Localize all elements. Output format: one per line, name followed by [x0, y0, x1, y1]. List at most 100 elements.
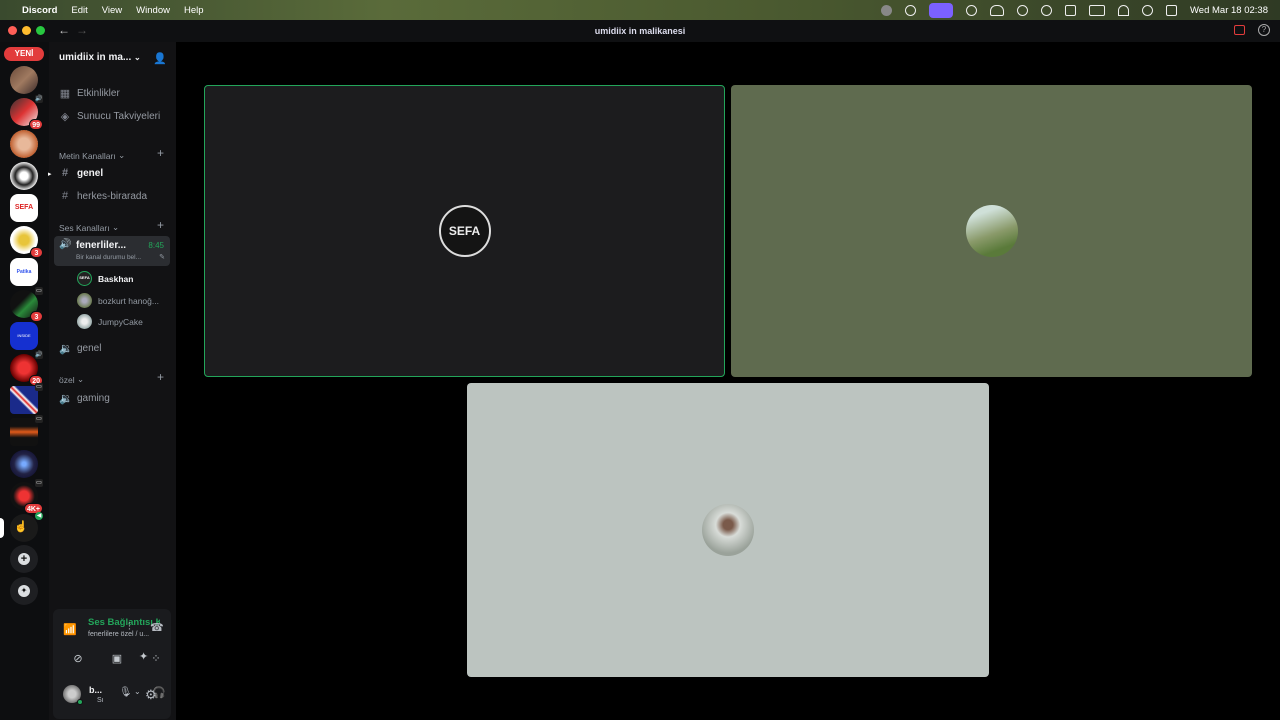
help-icon[interactable]: ?: [1258, 24, 1270, 36]
server-icon[interactable]: INSIDE: [10, 322, 38, 350]
voice-channel-name: fenerliler...: [76, 240, 127, 251]
voice-user[interactable]: JumpyCake: [77, 314, 143, 329]
grid-icon: ⁘: [151, 652, 161, 665]
chevron-down-icon[interactable]: ⌄: [125, 688, 132, 697]
participant-avatar: [702, 504, 754, 556]
screen-share-button[interactable]: ▣: [104, 648, 130, 668]
cursor-icon: ☝: [14, 521, 28, 533]
menu-help[interactable]: Help: [184, 5, 204, 16]
channel-herkes-birarada[interactable]: # herkes-birarada: [59, 190, 147, 202]
screen-icon: ▭: [35, 287, 43, 295]
server-list: YENİ 🔊 99 SEFA 3 Patika ▭ 3 INSIDE 🔊 20 ▭ ▭…: [0, 42, 49, 720]
user-icon[interactable]: [1041, 4, 1053, 16]
add-channel-button[interactable]: +: [157, 146, 164, 160]
server-icon[interactable]: ▭ 4K+: [10, 479, 43, 514]
server-icon[interactable]: SEFA: [10, 194, 38, 222]
server-icon[interactable]: ▭ 3: [10, 287, 43, 322]
boost-icon: ◈: [60, 111, 70, 123]
add-friend-icon[interactable]: 👤: [153, 52, 167, 65]
server-icon[interactable]: 3: [10, 226, 43, 258]
channel-genel[interactable]: # genel: [59, 167, 103, 179]
menu-edit[interactable]: Edit: [71, 5, 87, 16]
nav-events[interactable]: ▦ Etkinlikler: [59, 87, 120, 100]
control-center-icon[interactable]: [1166, 4, 1178, 16]
mention-badge: 3: [30, 311, 43, 322]
signal-icon: 📶: [63, 624, 77, 636]
category-text-channels[interactable]: Metin Kanalları ⌄: [59, 150, 125, 161]
menu-view[interactable]: View: [102, 5, 122, 16]
wifi-icon[interactable]: [1118, 4, 1130, 16]
voice-user[interactable]: bozkurt hanoğ...: [77, 293, 159, 308]
screen-icon: ▭: [35, 415, 43, 423]
server-icon[interactable]: ▭: [10, 415, 43, 446]
hand-icon[interactable]: [966, 4, 978, 16]
plus-icon: +: [18, 553, 30, 565]
add-server-button[interactable]: +: [10, 545, 38, 573]
server-icon[interactable]: 🔊 20: [10, 351, 43, 386]
server-icon[interactable]: [10, 162, 38, 190]
camera-button[interactable]: ⊘: [65, 648, 91, 668]
voice-user[interactable]: SEFA Baskhan: [77, 271, 133, 286]
voice-channel-gaming[interactable]: 🔉 gaming: [59, 392, 110, 405]
screen-icon: ▭: [35, 383, 43, 391]
server-name[interactable]: umidiix in ma... ⌄: [59, 52, 141, 63]
screen-icon: ▭: [35, 479, 43, 487]
participant-tile[interactable]: SEFA: [204, 85, 725, 377]
window-title: umidiix in malikanesi: [594, 26, 686, 36]
participant-tile[interactable]: [467, 383, 989, 677]
nav-boosts[interactable]: ◈ Sunucu Takviyeleri: [59, 110, 160, 123]
app-menu[interactable]: Discord: [22, 5, 57, 16]
soundboard-wave-icon[interactable]: ⫶: [128, 621, 131, 634]
hash-icon: #: [61, 167, 69, 179]
avatar: [77, 293, 92, 308]
explore-button[interactable]: ✦: [10, 577, 38, 605]
unread-pip: ▸: [48, 171, 52, 178]
server-icon[interactable]: Patika: [10, 258, 38, 286]
search-icon[interactable]: [1142, 4, 1154, 16]
online-status-icon: [77, 699, 83, 705]
soundboard-icon[interactable]: ✦: [139, 650, 148, 663]
voice-call-stage: SEFA: [176, 42, 1280, 720]
compass-icon: ✦: [18, 585, 30, 597]
server-new[interactable]: YENİ: [4, 42, 44, 62]
menu-window[interactable]: Window: [136, 5, 170, 16]
disconnect-icon[interactable]: ☎: [150, 621, 164, 634]
hash-icon: #: [61, 190, 69, 202]
chevron-down-icon[interactable]: ⌄: [134, 687, 141, 696]
voice-channel-genel[interactable]: 🔉 genel: [59, 342, 101, 355]
chevron-down-icon: ⌄: [118, 150, 126, 160]
battery-icon[interactable]: [1089, 4, 1106, 16]
user-panel: b... Sı 🎙 ⌄ 🎧: [49, 677, 176, 720]
pencil-icon[interactable]: ✎: [159, 253, 165, 261]
speaker-icon: 🔊: [59, 239, 72, 250]
participant-avatar: [965, 205, 1018, 257]
play-icon[interactable]: [1017, 4, 1029, 16]
add-voice-channel-button[interactable]: +: [157, 218, 164, 232]
channel-status: Bir kanal durumu bel...: [76, 254, 142, 261]
server-icon[interactable]: ▭: [10, 383, 43, 414]
server-icon[interactable]: [10, 130, 38, 158]
cloud-icon[interactable]: [990, 4, 1005, 16]
mention-badge: 3: [30, 247, 43, 258]
server-icon[interactable]: [10, 66, 38, 94]
chevron-down-icon: ⌄: [134, 53, 141, 62]
category-voice-channels[interactable]: Ses Kanalları ⌄: [59, 222, 119, 233]
category-private[interactable]: özel ⌄: [59, 374, 84, 385]
new-badge: YENİ: [4, 47, 44, 61]
speaker-icon: 🔉: [59, 393, 73, 405]
active-voice-channel[interactable]: 🔊 fenerliler... 8:45 Bir kanal durumu be…: [54, 236, 170, 266]
speaker-icon: 🔊: [35, 95, 43, 103]
discord-tray-icon[interactable]: [905, 4, 917, 16]
status-icon[interactable]: [881, 4, 893, 16]
server-icon[interactable]: 🔊 99: [10, 95, 43, 130]
server-icon[interactable]: ◀ ☝: [0, 512, 43, 542]
keyboard-icon[interactable]: [1065, 4, 1077, 16]
inbox-icon[interactable]: [1234, 25, 1245, 35]
add-private-channel-button[interactable]: +: [157, 370, 164, 384]
server-icon[interactable]: [10, 450, 38, 478]
settings-gear-icon[interactable]: ⚙: [145, 687, 157, 703]
screen-share-icon[interactable]: [929, 2, 954, 18]
participant-tile[interactable]: [731, 85, 1252, 377]
username: b...: [89, 685, 102, 695]
menubar-clock[interactable]: Wed Mar 18 02:38: [1190, 5, 1268, 16]
